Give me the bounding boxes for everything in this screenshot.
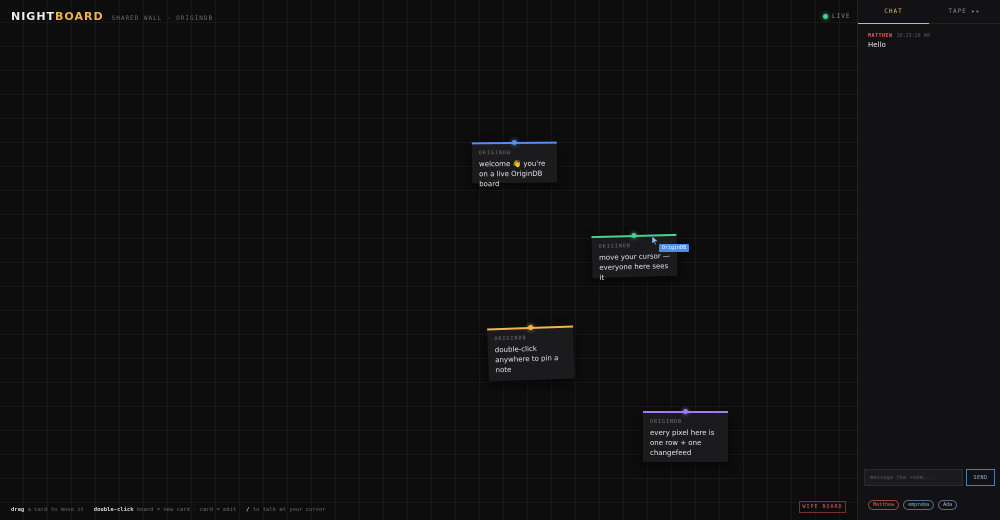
online-users: Matthew empreba Ada [868, 500, 958, 510]
chat-message-header: MATTHEW 10:23:28 AM [868, 33, 990, 39]
chat-message-time: 10:23:28 AM [896, 33, 930, 39]
brand-part-2: BOARD [55, 10, 104, 23]
chat-message-input[interactable] [864, 469, 963, 486]
hint-slash-key: / [246, 507, 250, 513]
hint-double-click-key: double-click [93, 507, 134, 513]
card-owner: ORIGINDB [478, 150, 512, 157]
brand-part-1: NIGHT [11, 10, 56, 23]
chat-message-text: Hello [868, 41, 886, 49]
chat-compose: SEND [864, 469, 995, 486]
card-text: move your cursor — everyone here sees it [598, 252, 671, 282]
app-title: NIGHTBOARD [11, 10, 104, 23]
sidebar: CHAT TAPE ▸▸ MATTHEW 10:23:28 AM Hello S… [857, 0, 1000, 520]
chat-message-user: MATTHEW [868, 33, 893, 39]
card-text: every pixel here is one row + one change… [650, 429, 715, 457]
remote-cursor-label: OriginDB [659, 244, 690, 252]
wipe-board-button[interactable]: WIPE BOARD [799, 501, 846, 513]
card-owner: ORIGINDB [650, 419, 683, 425]
card-owner: ORIGINDB [494, 335, 527, 343]
user-chip[interactable]: empreba [903, 500, 935, 510]
note-card[interactable]: ORIGINDB move your cursor — everyone her… [591, 232, 678, 282]
hint-drag-text: a card to move it [27, 507, 84, 513]
card-text: welcome 👋 you're on a live OriginDB boar… [478, 159, 546, 189]
pin-icon [511, 139, 517, 146]
brand: NIGHTBOARD SHARED WALL · ORIGINDB [11, 10, 213, 23]
user-chip[interactable]: Ada [938, 500, 958, 510]
note-card[interactable]: ORIGINDB welcome 👋 you're on a live Orig… [471, 139, 558, 188]
tab-chat[interactable]: CHAT [858, 0, 929, 24]
hint-double-click-text: board = new card · card = edit [136, 507, 237, 513]
pin-icon [683, 409, 688, 414]
keyboard-hints: drag a card to move it double-click boar… [11, 507, 326, 513]
pin-icon [631, 232, 637, 239]
remote-cursor-icon [652, 236, 659, 245]
tab-tape[interactable]: TAPE ▸▸ [929, 0, 1000, 23]
chat-message: MATTHEW 10:23:28 AM Hello [858, 24, 1000, 58]
sidebar-tabs: CHAT TAPE ▸▸ [858, 0, 1000, 24]
pin-icon [527, 324, 533, 331]
board-subtitle: SHARED WALL · ORIGINDB [111, 15, 214, 22]
note-card[interactable]: ORIGINDB double-click anywhere to pin a … [487, 324, 575, 382]
hint-slash-text: to talk at your cursor [252, 507, 326, 513]
send-button[interactable]: SEND [966, 469, 995, 486]
board-canvas[interactable]: NIGHTBOARD SHARED WALL · ORIGINDB LIVE O… [0, 0, 857, 520]
live-indicator: LIVE [823, 13, 850, 20]
card-text: double-click anywhere to pin a note [494, 344, 559, 375]
note-card[interactable]: ORIGINDB every pixel here is one row + o… [643, 409, 728, 462]
live-dot-icon [823, 14, 828, 19]
user-chip[interactable]: Matthew [868, 500, 900, 510]
hint-drag-key: drag [11, 507, 25, 513]
live-label: LIVE [832, 13, 851, 20]
